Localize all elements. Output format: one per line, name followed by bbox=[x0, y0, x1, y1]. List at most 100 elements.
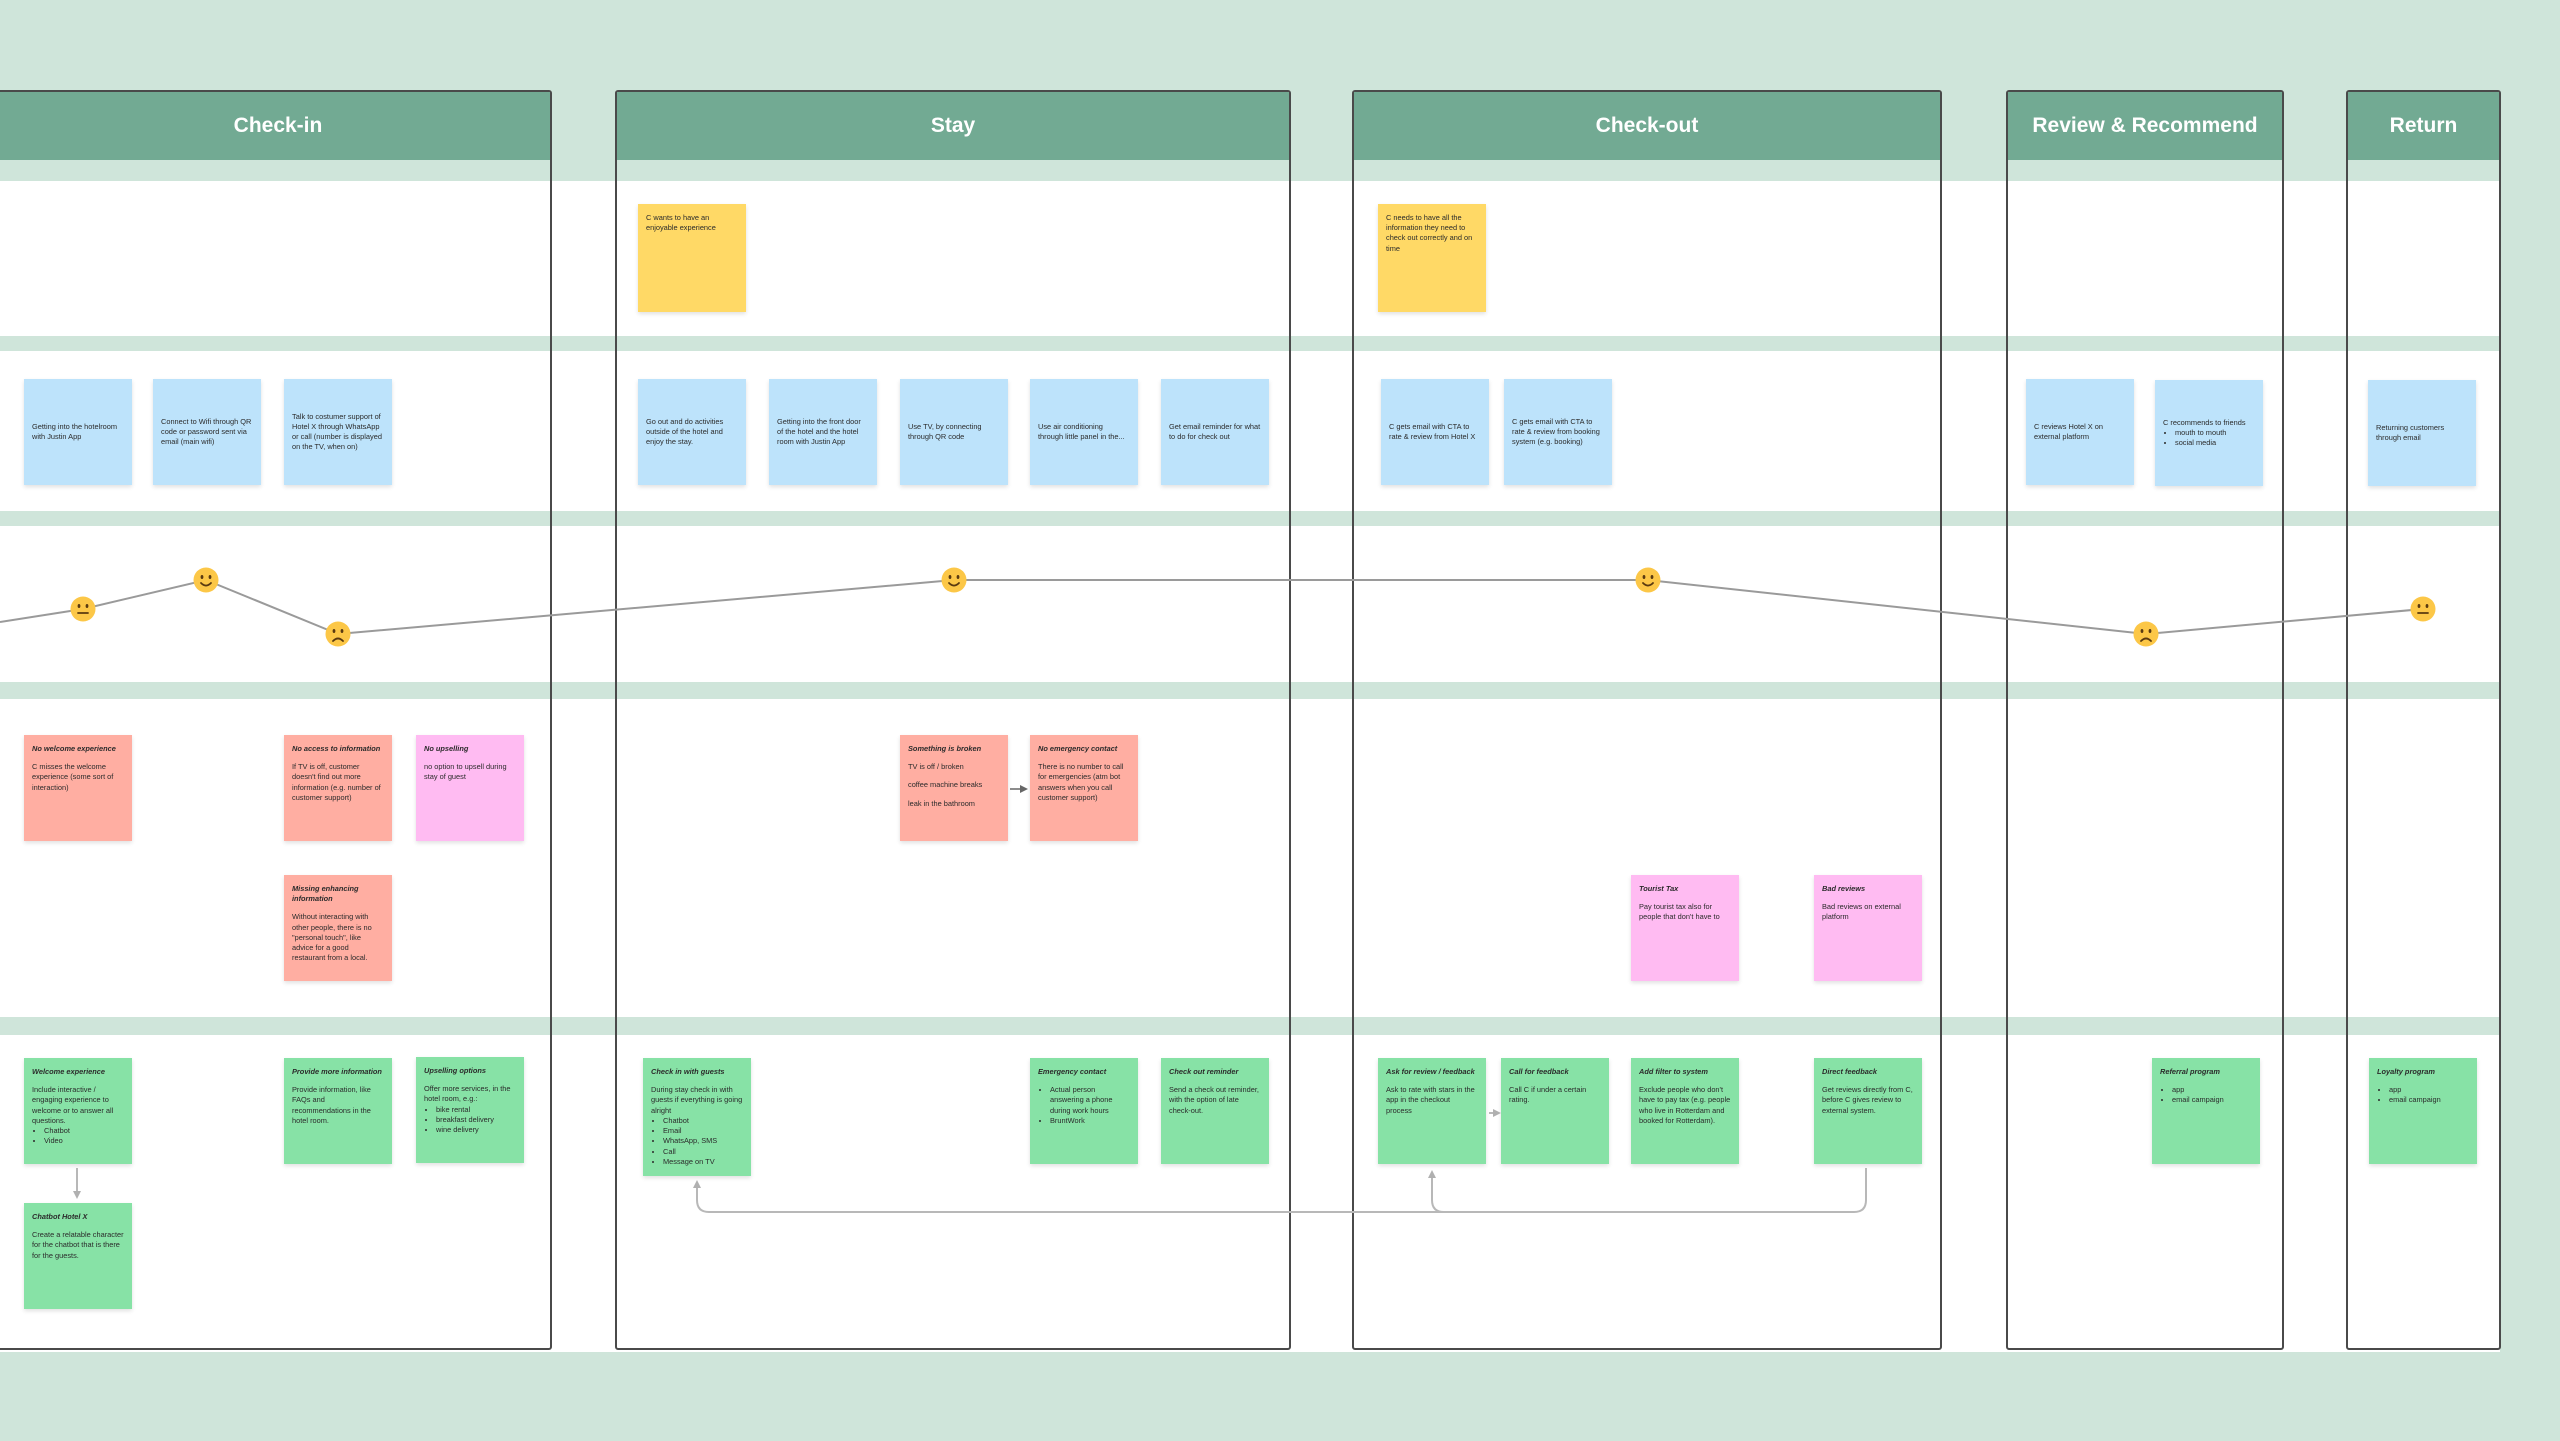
sticky-title: No welcome experience bbox=[32, 744, 116, 753]
opportunity-sticky[interactable]: Provide more information Provide informat… bbox=[284, 1058, 392, 1164]
sticky-content: Upselling options Offer more services, in… bbox=[424, 1066, 516, 1135]
sticky-text: Bad reviews on external platform bbox=[1822, 902, 1901, 922]
sticky-title: Chatbot Hotel X bbox=[32, 1212, 88, 1221]
opportunity-sticky[interactable]: Emergency contact Actual person answering… bbox=[1030, 1058, 1138, 1164]
sticky-title: Provide more information bbox=[292, 1067, 382, 1076]
sticky-bullet: app bbox=[2172, 1085, 2252, 1095]
sticky-content: Loyalty program appemail campaign bbox=[2377, 1067, 2469, 1106]
pain-point-sticky[interactable]: No emergency contact There is no number t… bbox=[1030, 735, 1138, 841]
sticky-text: Getting into the front door of the hotel… bbox=[777, 416, 861, 447]
sticky-text: C gets email with CTA to rate & review f… bbox=[1512, 416, 1600, 447]
sticky-content: Referral program appemail campaign bbox=[2160, 1067, 2252, 1106]
sticky-title: No emergency contact bbox=[1038, 744, 1118, 753]
sticky-text: Returning customers through email bbox=[2376, 422, 2445, 442]
phase-header[interactable]: Stay bbox=[617, 92, 1289, 160]
phase-header[interactable]: Check-out bbox=[1354, 92, 1940, 160]
pain-point-sticky[interactable]: Missing enhancing information Without int… bbox=[284, 875, 392, 981]
action-sticky[interactable]: C gets email with CTA to rate & review f… bbox=[1504, 379, 1612, 485]
action-sticky[interactable]: Use TV, by connecting through QR code bbox=[900, 379, 1008, 485]
sticky-title: Loyalty program bbox=[2377, 1067, 2435, 1076]
opportunity-sticky[interactable]: Ask for review / feedback Ask to rate wit… bbox=[1378, 1058, 1486, 1164]
sticky-text: Call C if under a certain rating. bbox=[1509, 1085, 1587, 1105]
sticky-content: C needs to have all the information they… bbox=[1386, 213, 1478, 254]
sticky-title: Check out reminder bbox=[1169, 1067, 1239, 1076]
phase-header[interactable]: Review & Recommend bbox=[2008, 92, 2282, 160]
sticky-text: Ask to rate with stars in the app in the… bbox=[1386, 1085, 1475, 1115]
sticky-title: Something is broken bbox=[908, 744, 982, 753]
action-sticky[interactable]: C recommends to friendsmouth to mouthsoc… bbox=[2155, 380, 2263, 486]
sticky-title: Upselling options bbox=[424, 1066, 486, 1075]
sticky-text: coffee machine breaks bbox=[908, 780, 983, 790]
action-sticky[interactable]: Getting into the hotelroom with Justin A… bbox=[24, 379, 132, 485]
sticky-text: Send a check out reminder, with the opti… bbox=[1169, 1085, 1259, 1115]
opportunity-sticky[interactable]: Direct feedback Get reviews directly from… bbox=[1814, 1058, 1922, 1164]
sticky-text: If TV is off, customer doesn't find out … bbox=[292, 762, 381, 802]
opportunity-sticky[interactable]: Welcome experience Include interactive / … bbox=[24, 1058, 132, 1164]
sticky-content: C wants to have an enjoyable experience bbox=[646, 213, 738, 233]
sticky-title: Referral program bbox=[2160, 1067, 2220, 1076]
goal-sticky[interactable]: C needs to have all the information they… bbox=[1378, 204, 1486, 312]
opportunity-sticky[interactable]: Chatbot Hotel X Create a relatable charac… bbox=[24, 1203, 132, 1309]
pain-point-sticky[interactable]: Bad reviews Bad reviews on external platf… bbox=[1814, 875, 1922, 981]
sticky-text: During stay check in with guests if ever… bbox=[651, 1085, 743, 1115]
sticky-bullet-list: ChatbotEmailWhatsApp, SMSCallMessage on … bbox=[651, 1116, 743, 1167]
action-sticky[interactable]: C gets email with CTA to rate & review f… bbox=[1381, 379, 1489, 485]
sticky-bullet-list: bike rentalbreakfast deliverywine delive… bbox=[424, 1105, 516, 1136]
sticky-text: Use air conditioning through little pane… bbox=[1038, 421, 1125, 441]
sticky-content: Use TV, by connecting through QR code bbox=[908, 422, 1000, 442]
sticky-content: Emergency contact Actual person answering… bbox=[1038, 1067, 1130, 1126]
action-sticky[interactable]: Use air conditioning through little pane… bbox=[1030, 379, 1138, 485]
sticky-text: Pay tourist tax also for people that don… bbox=[1639, 902, 1720, 922]
opportunity-sticky[interactable]: Loyalty program appemail campaign bbox=[2369, 1058, 2477, 1164]
sticky-content: Getting into the hotelroom with Justin A… bbox=[32, 422, 124, 442]
sticky-content: Chatbot Hotel X Create a relatable charac… bbox=[32, 1212, 124, 1261]
sticky-content: Welcome experience Include interactive / … bbox=[32, 1067, 124, 1147]
pain-point-sticky[interactable]: No upselling no option to upsell during s… bbox=[416, 735, 524, 841]
sticky-text: C wants to have an enjoyable experience bbox=[646, 213, 716, 233]
sticky-content: C recommends to friendsmouth to mouthsoc… bbox=[2163, 418, 2255, 449]
action-sticky[interactable]: Returning customers through email bbox=[2368, 380, 2476, 486]
opportunity-sticky[interactable]: Upselling options Offer more services, in… bbox=[416, 1057, 524, 1163]
sticky-title: Emergency contact bbox=[1038, 1067, 1107, 1076]
sticky-bullet: WhatsApp, SMS bbox=[663, 1136, 743, 1146]
opportunity-sticky[interactable]: Check in with guests During stay check in… bbox=[643, 1058, 751, 1176]
sticky-bullet: bike rental bbox=[436, 1105, 516, 1115]
pain-point-sticky[interactable]: Something is broken TV is off / broken cof… bbox=[900, 735, 1008, 841]
sticky-text: C reviews Hotel X on external platform bbox=[2034, 421, 2104, 441]
action-sticky[interactable]: Talk to costumer support of Hotel X thro… bbox=[284, 379, 392, 485]
sticky-content: Bad reviews Bad reviews on external platf… bbox=[1822, 884, 1914, 923]
sticky-content: Missing enhancing information Without int… bbox=[292, 884, 384, 964]
opportunity-sticky[interactable]: Referral program appemail campaign bbox=[2152, 1058, 2260, 1164]
sticky-title: Add filter to system bbox=[1639, 1067, 1708, 1076]
phase-header[interactable]: Check-in bbox=[0, 92, 550, 160]
action-sticky[interactable]: C reviews Hotel X on external platform bbox=[2026, 379, 2134, 485]
sticky-content: Returning customers through email bbox=[2376, 423, 2468, 443]
sticky-text: Connect to Wifi through QR code or passw… bbox=[161, 416, 252, 447]
opportunity-sticky[interactable]: Call for feedback Call C if under a certa… bbox=[1501, 1058, 1609, 1164]
pain-point-sticky[interactable]: Tourist Tax Pay tourist tax also for peop… bbox=[1631, 875, 1739, 981]
sticky-bullet: wine delivery bbox=[436, 1125, 516, 1135]
action-sticky[interactable]: Connect to Wifi through QR code or passw… bbox=[153, 379, 261, 485]
opportunity-sticky[interactable]: Check out reminder Send a check out remin… bbox=[1161, 1058, 1269, 1164]
opportunity-sticky[interactable]: Add filter to system Exclude people who d… bbox=[1631, 1058, 1739, 1164]
sticky-bullet: social media bbox=[2175, 438, 2255, 448]
sticky-title: Ask for review / feedback bbox=[1386, 1067, 1475, 1076]
pain-point-sticky[interactable]: No access to information If TV is off, cu… bbox=[284, 735, 392, 841]
sticky-title: Tourist Tax bbox=[1639, 884, 1679, 893]
sticky-content: Direct feedback Get reviews directly from… bbox=[1822, 1067, 1914, 1116]
sticky-text: Go out and do activities outside of the … bbox=[646, 416, 724, 447]
phase-header[interactable]: Return bbox=[2348, 92, 2499, 160]
sticky-content: Ask for review / feedback Ask to rate wit… bbox=[1386, 1067, 1478, 1116]
sticky-text: Talk to costumer support of Hotel X thro… bbox=[292, 411, 382, 452]
phase-title: Check-out bbox=[1595, 114, 1699, 137]
sticky-text: leak in the bathroom bbox=[908, 798, 975, 808]
sticky-title: Missing enhancing information bbox=[292, 884, 359, 904]
goal-sticky[interactable]: C wants to have an enjoyable experience bbox=[638, 204, 746, 312]
sticky-bullet: app bbox=[2389, 1085, 2469, 1095]
action-sticky[interactable]: Getting into the front door of the hotel… bbox=[769, 379, 877, 485]
sticky-text: Use TV, by connecting through QR code bbox=[908, 421, 982, 441]
sticky-content: Get email reminder for what to do for ch… bbox=[1169, 422, 1261, 442]
action-sticky[interactable]: Go out and do activities outside of the … bbox=[638, 379, 746, 485]
pain-point-sticky[interactable]: No welcome experience C misses the welcom… bbox=[24, 735, 132, 841]
action-sticky[interactable]: Get email reminder for what to do for ch… bbox=[1161, 379, 1269, 485]
